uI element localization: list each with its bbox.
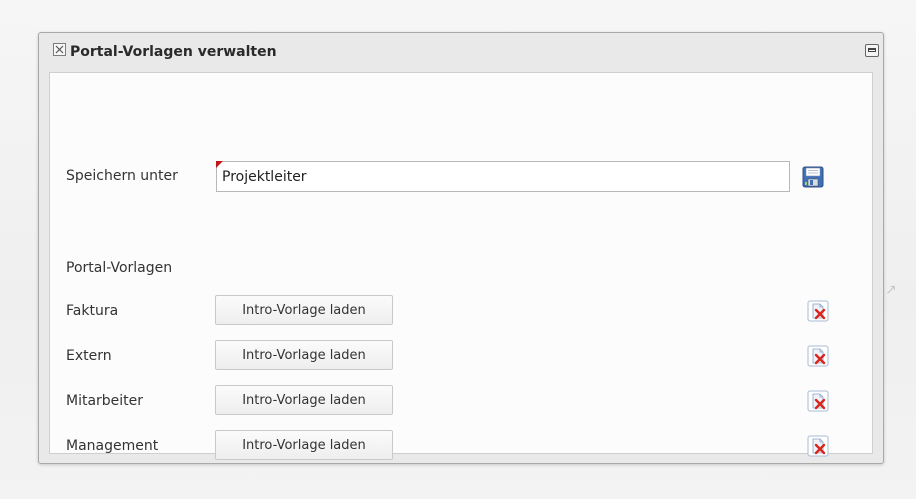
delete-template-button[interactable] <box>807 435 829 457</box>
load-intro-template-button[interactable]: Intro-Vorlage laden <box>215 430 393 460</box>
dialog-titlebar[interactable]: Portal-Vorlagen verwalten <box>39 33 883 71</box>
manage-templates-dialog: Portal-Vorlagen verwalten Speichern unte… <box>38 32 884 464</box>
delete-template-button[interactable] <box>807 300 829 322</box>
minimize-icon <box>868 48 876 52</box>
modified-marker <box>216 161 223 168</box>
save-as-label: Speichern unter <box>66 168 178 184</box>
delete-template-button[interactable] <box>807 390 829 412</box>
minimize-button[interactable] <box>865 44 879 57</box>
close-button[interactable] <box>53 43 66 56</box>
load-intro-template-button[interactable]: Intro-Vorlage laden <box>215 340 393 370</box>
load-intro-template-button[interactable]: Intro-Vorlage laden <box>215 385 393 415</box>
delete-document-icon <box>807 300 829 322</box>
template-name: Management <box>66 438 159 454</box>
template-name: Mitarbeiter <box>66 393 144 409</box>
delete-document-icon <box>807 435 829 457</box>
delete-document-icon <box>807 345 829 367</box>
save-template-button[interactable] <box>802 166 824 188</box>
dialog-content: Speichern unter Portal-Vorlagen Faktura … <box>49 72 873 460</box>
floppy-disk-icon <box>802 166 824 188</box>
templates-heading: Portal-Vorlagen <box>66 260 173 276</box>
save-as-input[interactable] <box>216 161 790 192</box>
template-name: Extern <box>66 348 112 364</box>
delete-document-icon <box>807 390 829 412</box>
delete-template-button[interactable] <box>807 345 829 367</box>
load-intro-template-button[interactable]: Intro-Vorlage laden <box>215 295 393 325</box>
template-name: Faktura <box>66 303 119 319</box>
background-fragment: ↗ <box>885 282 897 298</box>
close-icon <box>55 45 64 54</box>
dialog-title: Portal-Vorlagen verwalten <box>70 44 277 60</box>
